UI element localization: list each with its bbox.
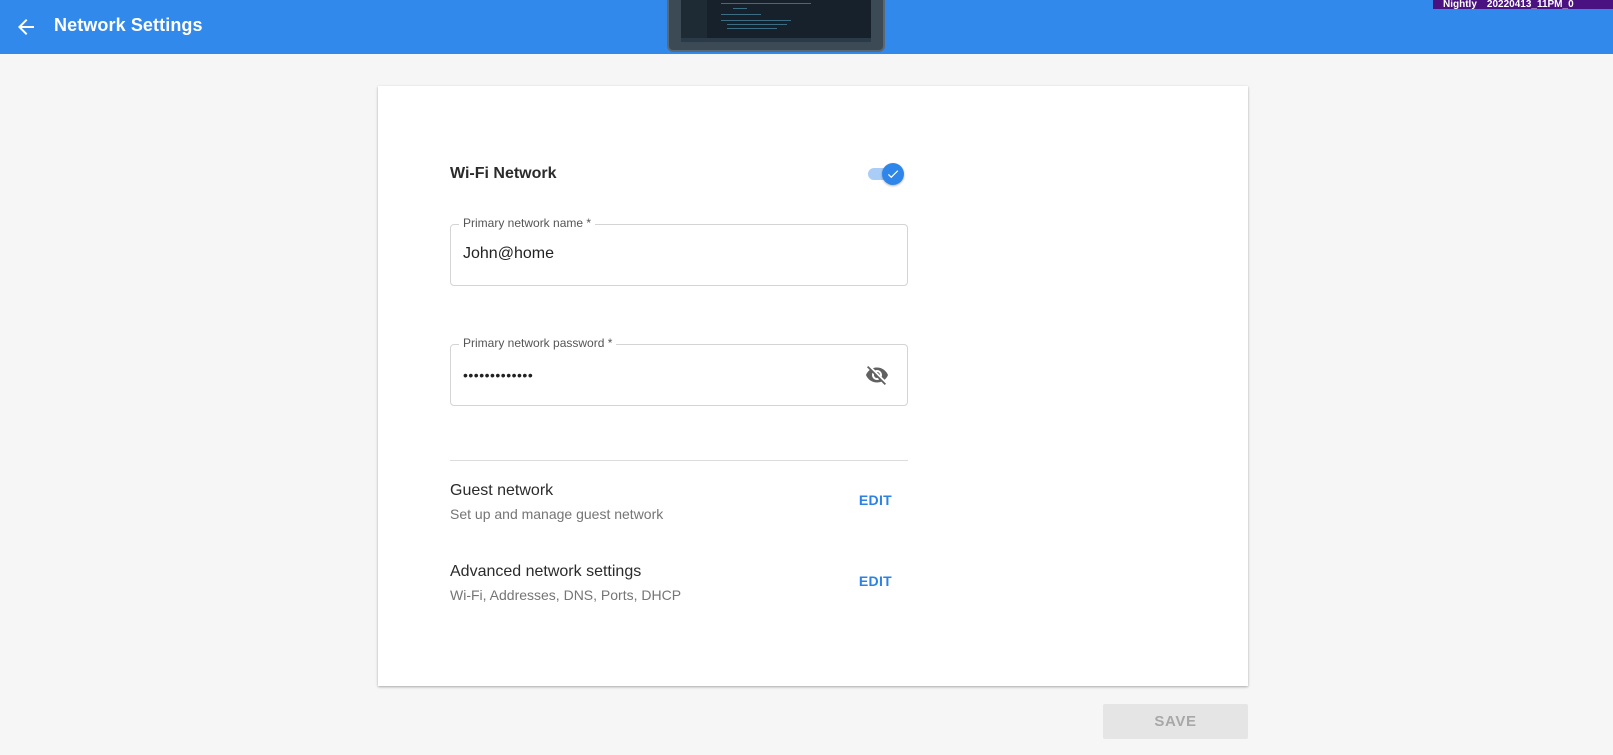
network-settings-card: Wi-Fi Network Primary network name * Pri… [378,86,1248,686]
advanced-network-settings-subtitle: Wi-Fi, Addresses, DNS, Ports, DHCP [450,587,682,603]
build-badge: Nightly 20220413_11PM_0 [1433,0,1613,9]
advanced-network-settings-title: Advanced network settings [450,563,642,580]
build-id: 20220413_11PM_0 [1486,0,1574,9]
network-name-field: Primary network name * [450,216,908,286]
guest-network-subtitle: Set up and manage guest network [450,506,664,522]
toggle-password-visibility-button[interactable] [865,364,889,386]
check-icon [887,170,899,179]
network-password-label: Primary network password * [459,336,617,350]
wifi-network-row: Wi-Fi Network [450,158,908,188]
app-bar: Network Settings Nightly 20220413_11PM_0 [0,0,1613,54]
advanced-network-settings-edit-button[interactable]: EDIT [859,573,892,589]
wifi-network-label: Wi-Fi Network [450,165,557,182]
guest-network-title: Guest network [450,482,554,499]
guest-network-edit-button[interactable]: EDIT [859,492,892,508]
network-name-input[interactable] [463,245,863,263]
wifi-toggle[interactable] [866,163,904,185]
advanced-network-settings-row: Advanced network settings Wi-Fi, Address… [450,563,908,607]
device-preview-thumbnail [667,0,885,52]
eye-off-icon [866,366,888,385]
arrow-left-icon [18,19,34,35]
page-title: Network Settings [54,15,203,35]
network-name-label: Primary network name * [459,216,596,230]
save-button[interactable]: SAVE [1103,704,1248,739]
network-password-input[interactable] [463,367,863,383]
network-password-field: Primary network password * [450,336,908,406]
back-button[interactable] [10,11,42,43]
section-divider [450,460,908,461]
guest-network-row: Guest network Set up and manage guest ne… [450,482,908,526]
build-channel: Nightly [1443,0,1477,9]
